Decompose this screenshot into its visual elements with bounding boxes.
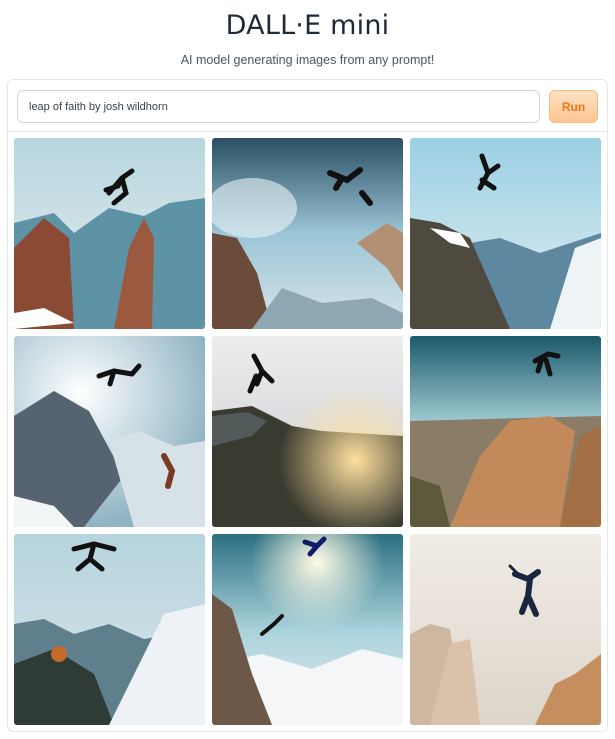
generated-image-icon: [410, 534, 601, 725]
generated-image-4[interactable]: [14, 336, 205, 527]
generated-image-1[interactable]: [14, 138, 205, 329]
generated-image-8[interactable]: [212, 534, 403, 725]
generated-image-icon: [14, 534, 205, 725]
generated-image-9[interactable]: [410, 534, 601, 725]
generated-image-2[interactable]: [212, 138, 403, 329]
main-panel: Run: [7, 79, 608, 732]
generated-image-6[interactable]: [410, 336, 601, 527]
generated-image-7[interactable]: [14, 534, 205, 725]
run-button[interactable]: Run: [549, 90, 598, 123]
generated-image-icon: [410, 336, 601, 527]
generated-image-5[interactable]: [212, 336, 403, 527]
prompt-row: Run: [8, 80, 607, 132]
prompt-input[interactable]: [17, 90, 540, 123]
generated-image-icon: [212, 336, 403, 527]
generated-image-icon: [14, 336, 205, 527]
page-subtitle: AI model generating images from any prom…: [180, 53, 435, 67]
generated-image-icon: [212, 138, 403, 329]
generated-image-icon: [410, 138, 601, 329]
generated-image-3[interactable]: [410, 138, 601, 329]
page-title: DALL·E mini: [225, 10, 390, 41]
image-gallery: [14, 138, 601, 726]
generated-image-icon: [14, 138, 205, 329]
generated-image-icon: [212, 534, 403, 725]
